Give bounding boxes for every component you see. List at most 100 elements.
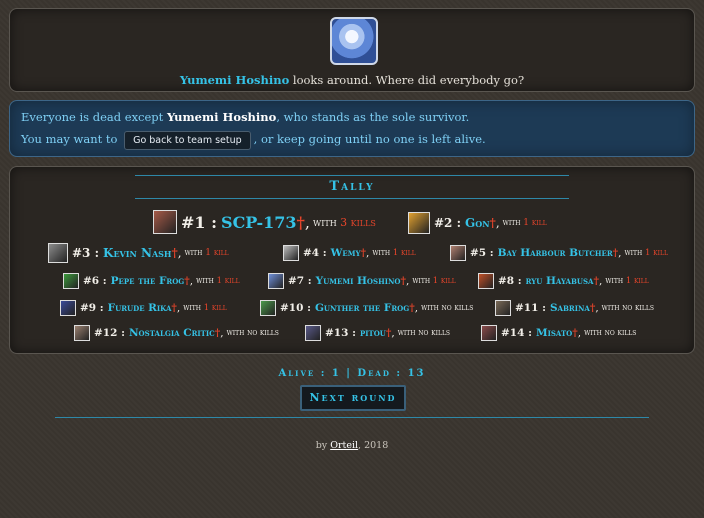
- separator: ,: [366, 247, 370, 259]
- tally-entry: #11 : Sabrina †, with no kills: [495, 300, 654, 316]
- author-link[interactable]: Orteil: [330, 440, 358, 451]
- footer-year: , 2018: [358, 440, 389, 451]
- tally-title: Tally: [329, 179, 375, 194]
- tribute-avatar: [450, 245, 466, 261]
- kill-count: no kills: [247, 328, 279, 338]
- tribute-name: Nostalgia Critic: [128, 327, 215, 339]
- tribute-name: Misato: [535, 327, 573, 339]
- tribute-name: SCP-173: [221, 212, 297, 232]
- tribute-rank: #10 :: [280, 302, 311, 314]
- tribute-rank: #11 :: [515, 302, 546, 314]
- kill-count: 1 kill: [523, 218, 547, 228]
- separator: ,: [304, 212, 310, 232]
- kill-count: 1 kill: [203, 303, 227, 313]
- divider: [55, 417, 649, 418]
- kill-count: 3 kills: [340, 215, 376, 229]
- tribute-rank: #12 :: [94, 327, 125, 339]
- tribute-name: Kevin Nash: [103, 246, 172, 260]
- team-setup-button[interactable]: Go back to team setup: [124, 131, 251, 150]
- tally-entry: #5 : Bay Harbour Butcher †, with 1 kill: [450, 245, 668, 261]
- info-text: Everyone is dead except: [21, 110, 167, 124]
- with-label: with: [184, 248, 206, 258]
- separator: ,: [577, 327, 582, 339]
- survivor-name: Yumemi Hoshino: [166, 110, 277, 124]
- tribute-avatar: [48, 243, 68, 263]
- tribute-name: Gon: [465, 216, 490, 230]
- kill-count: 1 kill: [392, 248, 416, 258]
- tribute-name: Furude Rika: [107, 302, 172, 314]
- event-message-text: looks around. Where did everybody go?: [289, 73, 525, 87]
- kill-count: 1 kill: [432, 276, 456, 286]
- tribute-name: Wemy: [330, 247, 361, 259]
- tribute-avatar: [60, 300, 76, 316]
- with-label: with: [183, 303, 204, 313]
- tally-entry: #14 : Misato †, with no kills: [481, 325, 636, 341]
- tribute-avatar: [63, 273, 79, 289]
- alive-dead-status: Alive : 1 | Dead : 13: [278, 368, 426, 379]
- tally-entry: #13 : pitou †, with no kills: [305, 325, 450, 341]
- with-label: with: [601, 303, 623, 313]
- separator: ,: [177, 246, 182, 260]
- kill-count: no kills: [604, 328, 637, 338]
- separator: ,: [405, 275, 410, 287]
- tribute-avatar: [260, 300, 276, 316]
- with-label: with: [397, 328, 419, 338]
- tally-entry: #1 : SCP-173 †, with 3 kills: [153, 210, 376, 234]
- info-text: You may want to: [21, 132, 118, 146]
- tribute-name: pitou: [359, 327, 386, 339]
- next-round-button[interactable]: Next round: [300, 385, 406, 411]
- tribute-avatar: [408, 212, 430, 234]
- tally-entry: #6 : Pepe the Frog †, with 1 kill: [63, 273, 240, 289]
- info-line-options: You may want to Go back to team setup, o…: [21, 131, 486, 150]
- tally-entry: #8 : ryu Hayabusa †, with 1 kill: [478, 273, 649, 289]
- with-label: with: [502, 218, 524, 228]
- tribute-avatar: [283, 245, 299, 261]
- tribute-avatar: [268, 273, 284, 289]
- survivor-avatar: [330, 17, 378, 65]
- tribute-name: Sabrina: [549, 302, 590, 314]
- tribute-rank: #7 :: [288, 275, 312, 287]
- tribute-name: Bay Harbour Butcher: [497, 247, 613, 259]
- tribute-rank: #6 :: [83, 275, 107, 287]
- tribute-rank: #2 :: [434, 216, 462, 230]
- tally-entry: #10 : Gunther the Frog †, with no kills: [260, 300, 473, 316]
- survivor-info-panel: Everyone is dead except Yumemi Hoshino, …: [9, 100, 695, 157]
- tally-entry: #9 : Furude Rika †, with 1 kill: [60, 300, 227, 316]
- separator: ,: [220, 327, 224, 339]
- separator: ,: [599, 275, 603, 287]
- tally-entry: #2 : Gon †, with 1 kill: [408, 212, 547, 234]
- separator: ,: [391, 327, 395, 339]
- with-label: with: [412, 276, 433, 286]
- footer: by Orteil, 2018: [0, 440, 704, 451]
- tribute-rank: #5 :: [470, 247, 494, 259]
- divider: [135, 175, 569, 176]
- separator: ,: [618, 247, 622, 259]
- info-line-survivor: Everyone is dead except Yumemi Hoshino, …: [21, 110, 469, 124]
- tribute-avatar: [305, 325, 321, 341]
- tribute-avatar: [478, 273, 494, 289]
- tribute-rank: #8 :: [498, 275, 522, 287]
- tribute-name: Pepe the Frog: [110, 275, 185, 287]
- tally-entry: #12 : Nostalgia Critic †, with no kills: [74, 325, 279, 341]
- tribute-rank: #1 :: [181, 212, 218, 232]
- tally-entry: #3 : Kevin Nash †, with 1 kill: [48, 243, 229, 263]
- with-label: with: [421, 303, 442, 313]
- with-label: with: [624, 248, 645, 258]
- tally-panel: Tally #1 : SCP-173 †, with 3 kills #2 : Gon †,…: [9, 166, 695, 354]
- event-panel: Yumemi Hoshino looks around. Where did e…: [9, 8, 695, 92]
- info-text: , who stands as the sole survivor.: [276, 110, 470, 124]
- divider: [135, 198, 569, 199]
- with-label: with: [372, 248, 393, 258]
- kill-count: no kills: [418, 328, 451, 338]
- kill-count: 1 kill: [625, 276, 649, 286]
- tribute-rank: #13 :: [325, 327, 356, 339]
- tribute-rank: #4 :: [303, 247, 327, 259]
- separator: ,: [495, 216, 500, 230]
- kill-count: 1 kill: [205, 248, 229, 258]
- kill-count: no kills: [441, 303, 474, 313]
- kill-count: 1 kill: [216, 276, 240, 286]
- dagger-icon: †: [296, 212, 305, 232]
- separator: ,: [176, 302, 181, 314]
- event-message: Yumemi Hoshino looks around. Where did e…: [10, 73, 694, 87]
- tribute-avatar: [74, 325, 90, 341]
